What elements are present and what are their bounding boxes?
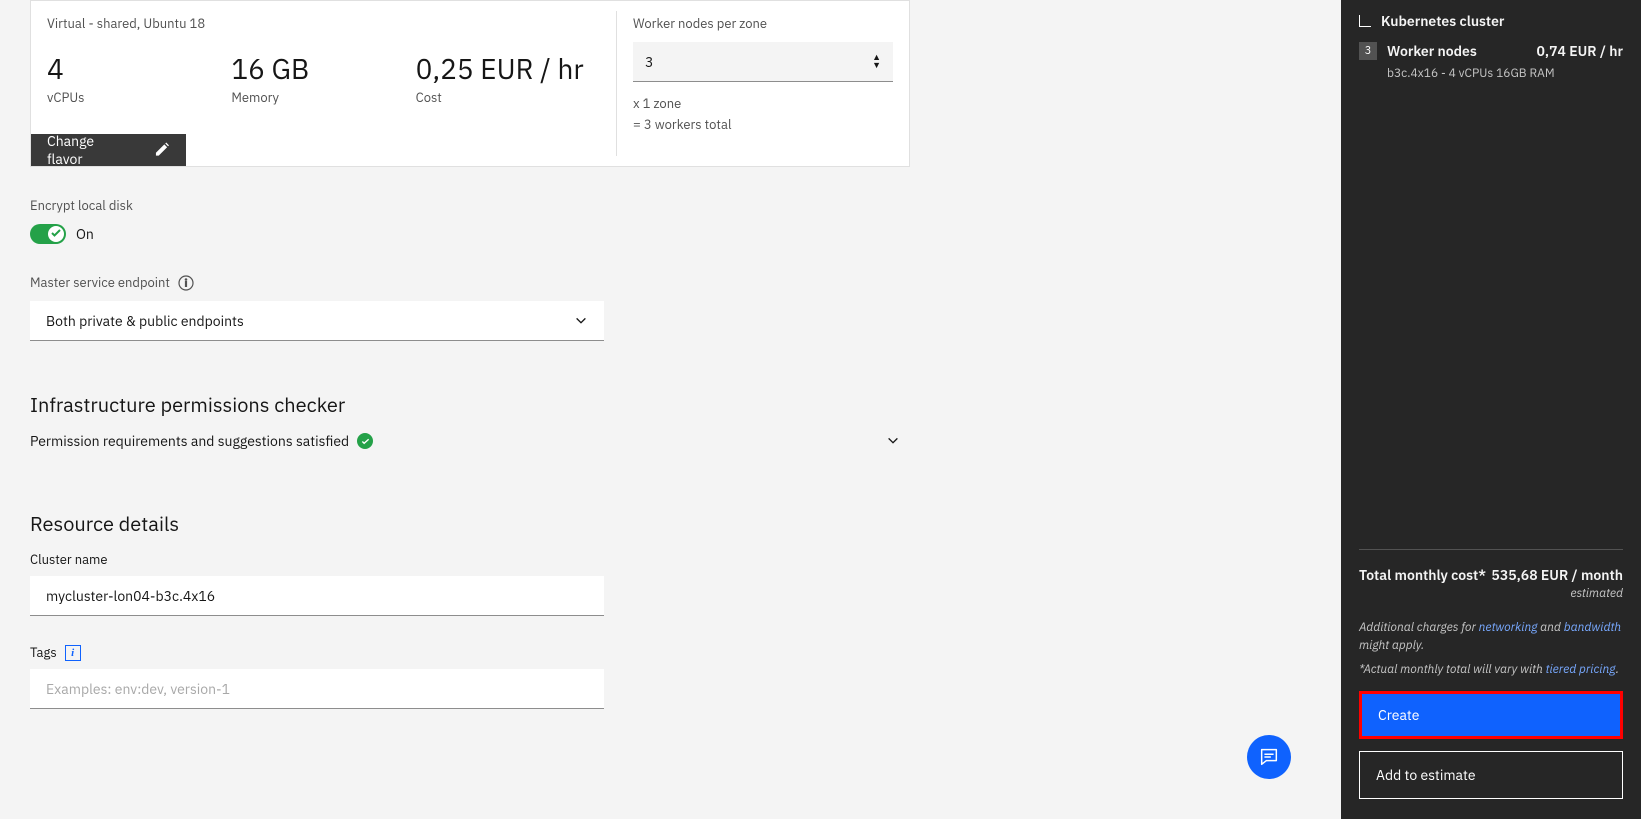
add-to-estimate-label: Add to estimate — [1376, 766, 1476, 784]
summary-worker-cost: 0,74 EUR / hr — [1537, 42, 1624, 60]
encrypt-toggle-row: On — [30, 224, 1341, 244]
workers-per-zone-value: 3 — [645, 53, 653, 71]
total-cost-right: 535,68 EUR / month — [1491, 566, 1623, 584]
change-flavor-label: Change flavor — [47, 132, 127, 168]
flavor-card: Virtual - shared, Ubuntu 18 4 vCPUs 16 G… — [31, 1, 616, 166]
total-cost-value: 535,68 EUR / month — [1491, 566, 1623, 584]
encrypt-toggle[interactable] — [30, 224, 66, 244]
endpoint-label-row: Master service endpoint — [30, 274, 1341, 291]
info-icon[interactable]: i — [65, 645, 81, 661]
stepper-down-icon[interactable]: ▼ — [872, 62, 881, 69]
spec-cost: 0,25 EUR / hr Cost — [416, 50, 600, 106]
estimated-label: estimated — [1359, 586, 1623, 601]
chat-icon — [1258, 746, 1280, 768]
encrypt-label: Encrypt local disk — [30, 197, 1341, 214]
encrypt-state: On — [76, 225, 94, 243]
endpoint-label: Master service endpoint — [30, 274, 170, 291]
info-icon[interactable] — [178, 275, 194, 291]
worker-count-badge: 3 — [1359, 42, 1377, 60]
memory-value: 16 GB — [231, 50, 415, 87]
permissions-status-row: Permission requirements and suggestions … — [30, 432, 373, 450]
workers-total: = 3 workers total — [633, 115, 893, 136]
cost-label: Cost — [416, 89, 600, 106]
vcpus-label: vCPUs — [47, 89, 231, 106]
summary-flavor-sub: b3c.4x16 - 4 vCPUs 16GB RAM — [1387, 66, 1623, 81]
networking-link[interactable]: networking — [1479, 620, 1538, 635]
endpoint-value: Both private & public endpoints — [46, 312, 244, 330]
permissions-heading: Infrastructure permissions checker — [30, 391, 1341, 418]
create-button[interactable]: Create — [1359, 691, 1623, 739]
permissions-row[interactable]: Permission requirements and suggestions … — [30, 432, 900, 450]
tags-label-row: Tags i — [30, 644, 1341, 661]
chevron-down-icon — [886, 434, 900, 448]
cluster-name-field: Cluster name — [30, 551, 1341, 616]
tags-label: Tags — [30, 644, 57, 661]
summary-worker-label: Worker nodes — [1387, 42, 1477, 60]
cluster-name-label: Cluster name — [30, 551, 1341, 568]
workers-card: Worker nodes per zone 3 ▲ ▼ x 1 zone = 3… — [617, 1, 909, 166]
summary-note-2: *Actual monthly total will vary with tie… — [1359, 661, 1623, 679]
flavor-specs: 4 vCPUs 16 GB Memory 0,25 EUR / hr Cost — [47, 50, 600, 106]
workers-per-zone-label: Worker nodes per zone — [633, 15, 893, 32]
summary-sidebar: Kubernetes cluster 3 Worker nodes 0,74 E… — [1341, 0, 1641, 819]
edit-icon — [155, 142, 170, 158]
endpoint-block: Master service endpoint Both private & p… — [30, 274, 1341, 341]
summary-worker-line: 3 Worker nodes 0,74 EUR / hr — [1359, 42, 1623, 60]
total-cost-label: Total monthly cost* — [1359, 566, 1486, 584]
vcpus-value: 4 — [47, 50, 231, 87]
flavor-row: Virtual - shared, Ubuntu 18 4 vCPUs 16 G… — [30, 0, 910, 167]
summary-top: Kubernetes cluster 3 Worker nodes 0,74 E… — [1341, 0, 1641, 549]
summary-bottom: Total monthly cost* 535,68 EUR / month e… — [1341, 549, 1641, 819]
main-content: Virtual - shared, Ubuntu 18 4 vCPUs 16 G… — [0, 0, 1341, 819]
checkmark-ok-icon — [357, 433, 373, 449]
add-to-estimate-button[interactable]: Add to estimate — [1359, 751, 1623, 799]
memory-label: Memory — [231, 89, 415, 106]
flavor-type-label: Virtual - shared, Ubuntu 18 — [47, 15, 600, 32]
spec-memory: 16 GB Memory — [231, 50, 415, 106]
zone-calc: x 1 zone = 3 workers total — [633, 94, 893, 136]
summary-worker-left: 3 Worker nodes — [1359, 42, 1477, 60]
total-cost-row: Total monthly cost* 535,68 EUR / month — [1359, 566, 1623, 584]
change-flavor-button[interactable]: Change flavor — [31, 134, 186, 166]
zone-multiplier: x 1 zone — [633, 94, 893, 115]
resource-details-block: Resource details Cluster name Tags i — [30, 510, 1341, 709]
encrypt-block: Encrypt local disk On — [30, 197, 1341, 244]
chevron-down-icon — [574, 314, 588, 328]
spec-vcpus: 4 vCPUs — [47, 50, 231, 106]
summary-divider — [1359, 549, 1623, 550]
bandwidth-link[interactable]: bandwidth — [1564, 620, 1621, 635]
workers-per-zone-stepper[interactable]: 3 ▲ ▼ — [633, 42, 893, 82]
tree-caret-icon — [1359, 15, 1371, 27]
permissions-status-text: Permission requirements and suggestions … — [30, 432, 349, 450]
tiered-pricing-link[interactable]: tiered pricing — [1546, 662, 1616, 677]
summary-cluster-label: Kubernetes cluster — [1381, 12, 1504, 30]
endpoint-dropdown[interactable]: Both private & public endpoints — [30, 301, 604, 341]
cost-value: 0,25 EUR / hr — [416, 50, 600, 87]
create-button-label: Create — [1378, 706, 1419, 724]
chat-fab-button[interactable] — [1247, 735, 1291, 779]
summary-cluster-header[interactable]: Kubernetes cluster — [1359, 12, 1623, 30]
checkmark-icon — [51, 228, 61, 238]
stepper-arrows: ▲ ▼ — [872, 54, 881, 69]
summary-note-1: Additional charges for networking and ba… — [1359, 619, 1623, 655]
resource-details-heading: Resource details — [30, 510, 1341, 537]
tags-input[interactable] — [30, 669, 604, 709]
cluster-name-input[interactable] — [30, 576, 604, 616]
